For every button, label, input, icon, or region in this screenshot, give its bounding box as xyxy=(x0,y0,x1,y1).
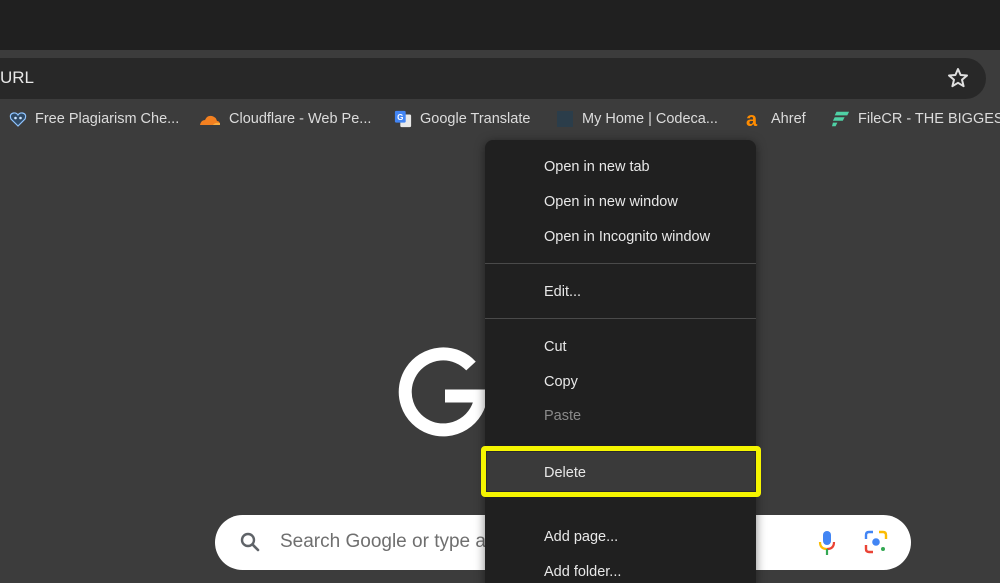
cloudflare-icon xyxy=(199,110,221,128)
menu-item-edit[interactable]: Edit... xyxy=(544,284,581,300)
address-bar[interactable]: URL xyxy=(0,58,986,99)
filecr-icon xyxy=(832,110,850,128)
menu-item-add-page[interactable]: Add page... xyxy=(544,529,618,545)
menu-item-delete[interactable]: Delete xyxy=(544,465,586,481)
google-translate-icon: G xyxy=(394,110,412,128)
microphone-icon[interactable] xyxy=(815,529,839,557)
bookmark-ahrefs[interactable]: a Ahref xyxy=(745,110,806,128)
menu-item-add-folder[interactable]: Add folder... xyxy=(544,564,621,580)
svg-text:a: a xyxy=(746,110,758,128)
bookmark-google-translate[interactable]: G Google Translate xyxy=(394,110,530,128)
svg-text:G: G xyxy=(397,113,403,122)
bookmark-label: My Home | Codeca... xyxy=(582,111,718,127)
menu-item-cut[interactable]: Cut xyxy=(544,339,567,355)
title-bar xyxy=(0,0,1000,50)
menu-item-open-new-window[interactable]: Open in new window xyxy=(544,194,678,210)
menu-item-open-new-tab[interactable]: Open in new tab xyxy=(544,159,650,175)
bookmark-codecademy[interactable]: My Home | Codeca... xyxy=(556,110,718,128)
codecademy-icon xyxy=(556,110,574,128)
bookmark-context-menu: Open in new tab Open in new window Open … xyxy=(485,140,756,583)
bookmark-label: FileCR - THE BIGGES... xyxy=(858,111,1000,127)
bookmark-cloudflare[interactable]: Cloudflare - Web Pe... xyxy=(199,110,371,128)
menu-item-paste: Paste xyxy=(544,408,582,424)
bookmark-label: Google Translate xyxy=(420,111,531,127)
bookmark-filecr[interactable]: FileCR - THE BIGGES... xyxy=(832,110,1000,128)
bookmark-star-icon[interactable] xyxy=(946,66,970,90)
delete-highlight-box xyxy=(481,446,761,497)
bookmark-label: Free Plagiarism Che... xyxy=(35,111,180,127)
menu-separator xyxy=(485,263,756,264)
menu-item-copy[interactable]: Copy xyxy=(544,374,578,390)
bookmark-free-plagiarism[interactable]: Free Plagiarism Che... xyxy=(9,110,179,128)
heart-shield-icon xyxy=(9,110,27,128)
search-icon xyxy=(240,532,260,552)
menu-item-open-incognito[interactable]: Open in Incognito window xyxy=(544,229,710,245)
ahrefs-icon: a xyxy=(745,110,763,128)
menu-separator xyxy=(485,318,756,319)
bookmark-label: Ahref xyxy=(771,111,806,127)
bookmark-label: Cloudflare - Web Pe... xyxy=(229,111,372,127)
google-lens-icon[interactable] xyxy=(863,529,889,555)
bookmarks-bar: Free Plagiarism Che... Cloudflare - Web … xyxy=(0,100,1000,138)
address-bar-text: URL xyxy=(0,68,35,87)
